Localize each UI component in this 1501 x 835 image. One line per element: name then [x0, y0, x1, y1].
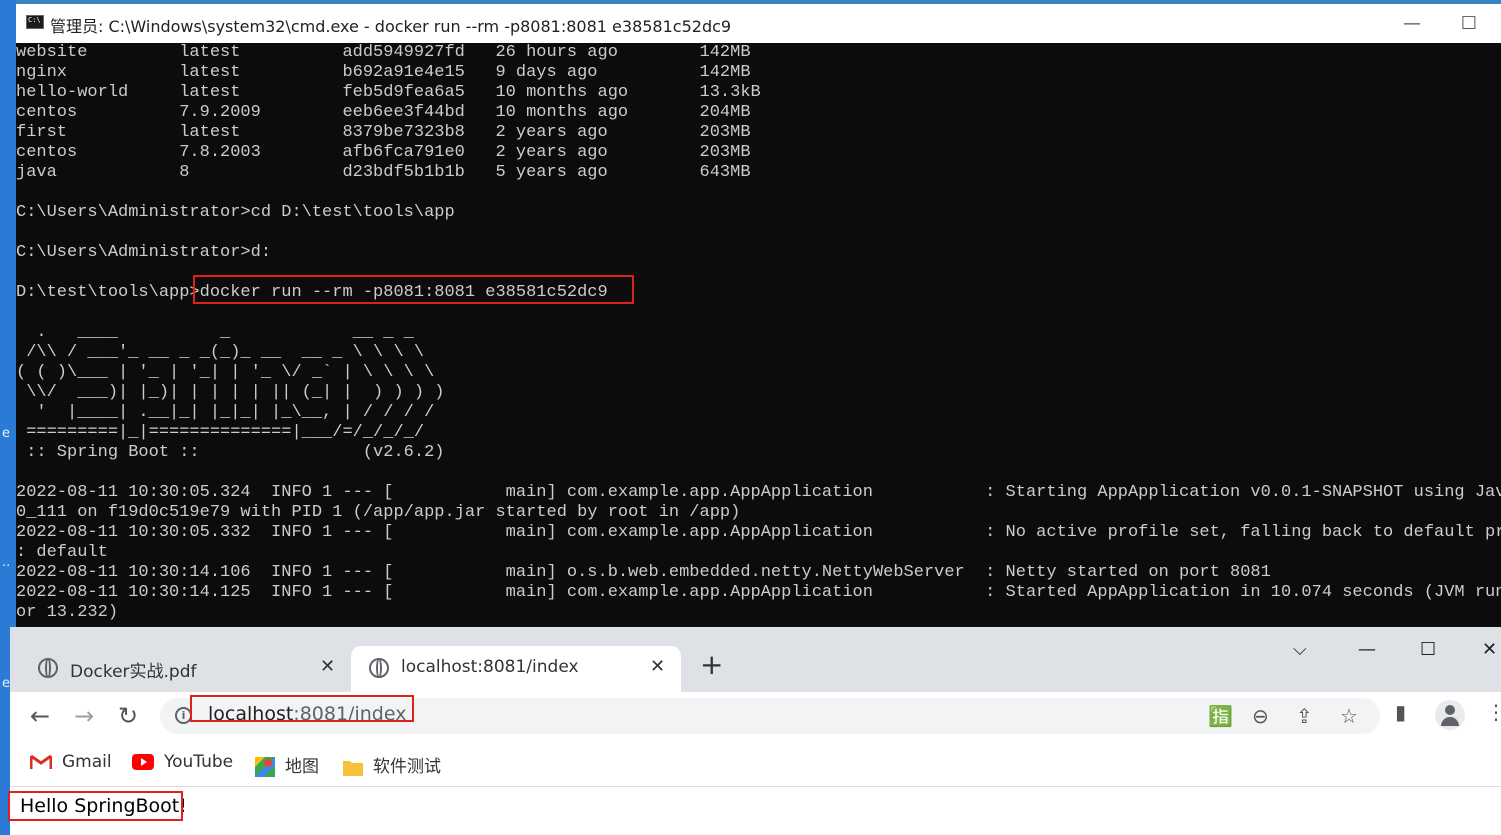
new-tab-button[interactable]: + [700, 651, 723, 679]
page-highlight-box [8, 791, 183, 821]
console-line: 2022-08-11 10:30:05.332 INFO 1 --- [ mai… [16, 523, 1501, 542]
console-line: centos 7.9.2009 eeb6ee3f44bd 10 months a… [16, 103, 751, 122]
tab-strip: Docker实战.pdf ✕ localhost:8081/index ✕ + … [10, 627, 1501, 692]
console-line: 0_111 on f19d0c519e79 with PID 1 (/app/a… [16, 503, 741, 522]
cmd-window: 管理员: C:\Windows\system32\cmd.exe - docke… [16, 0, 1501, 630]
bookmark-star-icon[interactable]: ☆ [1340, 704, 1358, 728]
tab-search-dropdown-icon[interactable]: ⌵ [1293, 639, 1307, 660]
console-line: /\\ / ___'_ __ _ _(_)_ __ __ _ \ \ \ \ [16, 343, 425, 362]
cmd-app-icon [26, 15, 44, 29]
bookmark-gmail[interactable]: Gmail [30, 752, 112, 772]
bookmark-maps[interactable]: 地图 [255, 752, 319, 777]
console-line: 2022-08-11 10:30:05.324 INFO 1 --- [ mai… [16, 483, 1501, 502]
globe-icon [38, 658, 58, 678]
console-line: nginx latest b692a91e4e15 9 days ago 142… [16, 63, 751, 82]
tab-close-icon[interactable]: ✕ [320, 656, 335, 677]
tab-title: localhost:8081/index [401, 657, 579, 677]
bookmark-label: 地图 [285, 757, 319, 777]
console-line: \\/ ___)| |_)| | | | | || (_| | ) ) ) ) [16, 383, 445, 402]
console-line: first latest 8379be7323b8 2 years ago 20… [16, 123, 751, 142]
page-content: Hello SpringBoot! [8, 787, 1501, 835]
youtube-icon [132, 754, 154, 770]
cmd-window-title: 管理员: C:\Windows\system32\cmd.exe - docke… [50, 17, 732, 36]
bookmark-folder[interactable]: 软件测试 [343, 752, 441, 777]
console-line: ( ( )\___ | '_ | '_| | '_ \/ _` | \ \ \ … [16, 363, 435, 382]
bookmark-label: Gmail [62, 752, 112, 772]
cmd-title-bar[interactable]: 管理员: C:\Windows\system32\cmd.exe - docke… [16, 0, 1501, 43]
bookmark-youtube[interactable]: YouTube [132, 752, 233, 772]
reload-icon[interactable]: ↻ [118, 702, 138, 730]
console-line: C:\Users\Administrator>cd D:\test\tools\… [16, 203, 455, 222]
console-line: hello-world latest feb5d9fea6a5 10 month… [16, 83, 761, 102]
console-line: : default [16, 543, 108, 562]
console-line: or 13.232) [16, 603, 119, 622]
back-icon[interactable]: ← [30, 702, 50, 730]
url-highlight-box [190, 695, 414, 722]
console-line: 2022-08-11 10:30:14.125 INFO 1 --- [ mai… [16, 583, 1501, 602]
console-line: ' |____| .__|_| |_|_| |_\__, | / / / / [16, 403, 435, 422]
browser-toolbar: ← → ↻ i localhost:8081/index 🈯 ⊖ ⇪ ☆ ▮ ⋮ [10, 692, 1501, 742]
profile-avatar[interactable] [1435, 700, 1465, 730]
globe-icon [369, 658, 389, 678]
console-line: =========|_|==============|___/=/_/_/_/ [16, 423, 425, 442]
desktop-glyph: e [2, 676, 10, 691]
tab-docker-pdf[interactable]: Docker实战.pdf ✕ [20, 646, 350, 692]
bookmark-label: 软件测试 [373, 757, 441, 777]
translate-icon[interactable]: 🈯 [1208, 704, 1233, 728]
folder-icon [343, 761, 363, 776]
console-line: website latest add5949927fd 26 hours ago… [16, 43, 751, 62]
command-highlight-box [193, 275, 634, 304]
maps-icon [255, 757, 275, 777]
console-line: centos 7.8.2003 afb6fca791e0 2 years ago… [16, 143, 751, 162]
desktop-glyph: e [2, 426, 10, 441]
tab-close-icon[interactable]: ✕ [650, 656, 665, 677]
bookmark-label: YouTube [164, 752, 234, 772]
side-panel-icon[interactable]: ▮ [1395, 700, 1406, 724]
browser-maximize-button[interactable]: ☐ [1420, 639, 1436, 660]
zoom-icon[interactable]: ⊖ [1252, 704, 1269, 728]
bookmarks-bar: Gmail YouTube 地图 软件测试 [10, 742, 1501, 787]
browser-window: Docker实战.pdf ✕ localhost:8081/index ✕ + … [8, 627, 1501, 835]
browser-close-button[interactable]: ✕ [1482, 639, 1497, 660]
cmd-minimize-button[interactable]: — [1389, 8, 1435, 40]
cmd-maximize-button[interactable]: ☐ [1446, 8, 1492, 40]
browser-minimize-button[interactable]: — [1358, 639, 1376, 660]
console-line: 2022-08-11 10:30:14.106 INFO 1 --- [ mai… [16, 563, 1271, 582]
tab-title: Docker实战.pdf [70, 662, 197, 682]
console-line: :: Spring Boot :: (v2.6.2) [16, 443, 445, 462]
console-line: . ____ _ __ _ _ [16, 323, 414, 342]
menu-icon[interactable]: ⋮ [1486, 700, 1501, 724]
desktop-glyph: .. [2, 555, 11, 570]
forward-icon[interactable]: → [74, 702, 94, 730]
gmail-icon [30, 754, 52, 769]
tab-localhost[interactable]: localhost:8081/index ✕ [351, 646, 681, 692]
console-line: C:\Users\Administrator>d: [16, 243, 272, 262]
console-line: java 8 d23bdf5b1b1b 5 years ago 643MB [16, 163, 751, 182]
share-icon[interactable]: ⇪ [1296, 704, 1313, 728]
